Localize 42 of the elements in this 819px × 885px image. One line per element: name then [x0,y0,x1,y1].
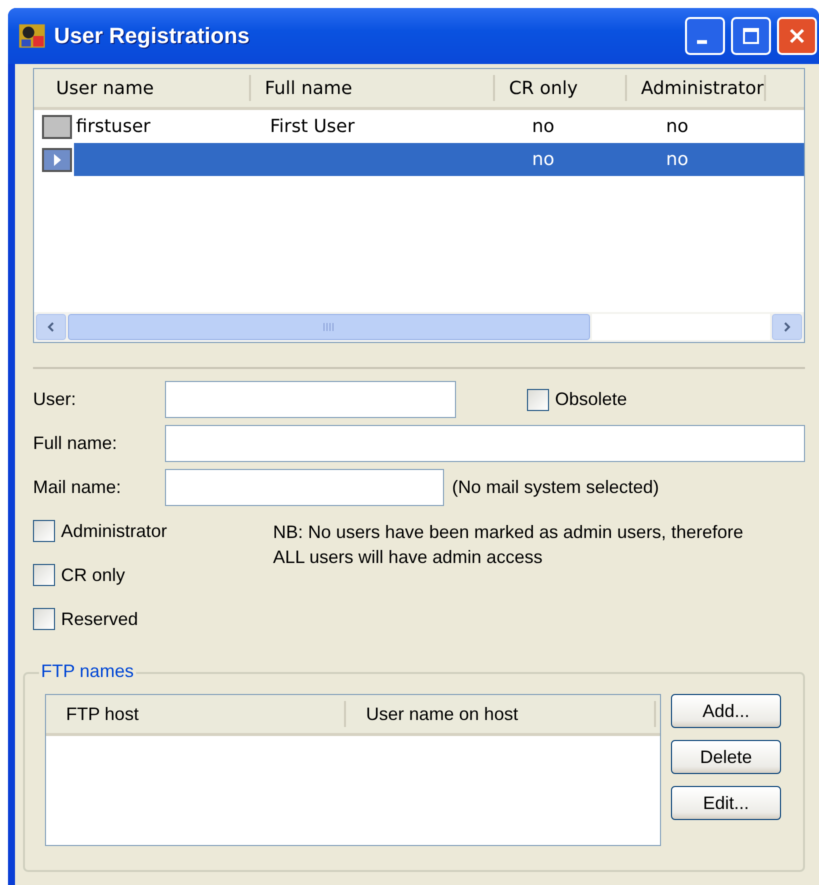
close-button[interactable] [777,17,817,55]
checkbox-icon[interactable] [33,564,55,586]
column-header[interactable]: User name on host [346,701,656,727]
current-row-indicator[interactable] [42,148,72,172]
minimize-icon [697,40,707,44]
scroll-left-icon[interactable] [36,314,66,340]
column-header[interactable]: CR only [494,75,627,101]
column-header[interactable]: Full name [250,75,495,101]
checkbox-icon[interactable] [527,388,549,410]
table-cell: no [666,116,688,137]
column-header[interactable]: Administrator [626,75,766,101]
column-header[interactable]: FTP host [46,701,346,727]
obsolete-checkbox[interactable]: Obsolete [527,388,628,410]
maximize-icon [741,26,761,46]
field-label: User: [33,389,78,410]
checkbox-icon[interactable] [33,608,55,630]
row-indicator[interactable] [42,114,72,138]
admin-note: NB: No users have been marked as admin users, therefore ALL users will have admin access [273,521,744,569]
close-icon [787,26,807,46]
table-row[interactable]: firstuser First User no no [74,110,804,143]
table-cell: firstuser [76,116,150,137]
minimize-button[interactable] [685,17,725,55]
option-checkbox[interactable]: Administrator [33,520,273,542]
table-cell: no [532,116,554,137]
table-cell: no [532,149,554,170]
action-button[interactable]: Edit... [671,786,781,820]
action-button[interactable]: Add... [671,694,781,728]
checkbox-icon[interactable] [33,520,55,542]
option-checkbox[interactable]: CR only [33,564,273,586]
table-cell: First User [270,116,355,137]
field-label: Mail name: [33,477,122,498]
app-icon [18,22,46,50]
option-checkbox[interactable]: Reserved [33,608,273,630]
window-title: User Registrations [54,23,251,49]
field-label: Full name: [33,433,118,454]
mail-note: (No mail system selected) [452,477,660,498]
column-header[interactable]: User name [42,75,251,101]
scroll-right-icon[interactable] [772,314,802,340]
maximize-button[interactable] [731,17,771,55]
selected-row[interactable]: no no [74,143,804,176]
action-button[interactable]: Delete [671,740,781,774]
table-cell: no [666,149,688,170]
